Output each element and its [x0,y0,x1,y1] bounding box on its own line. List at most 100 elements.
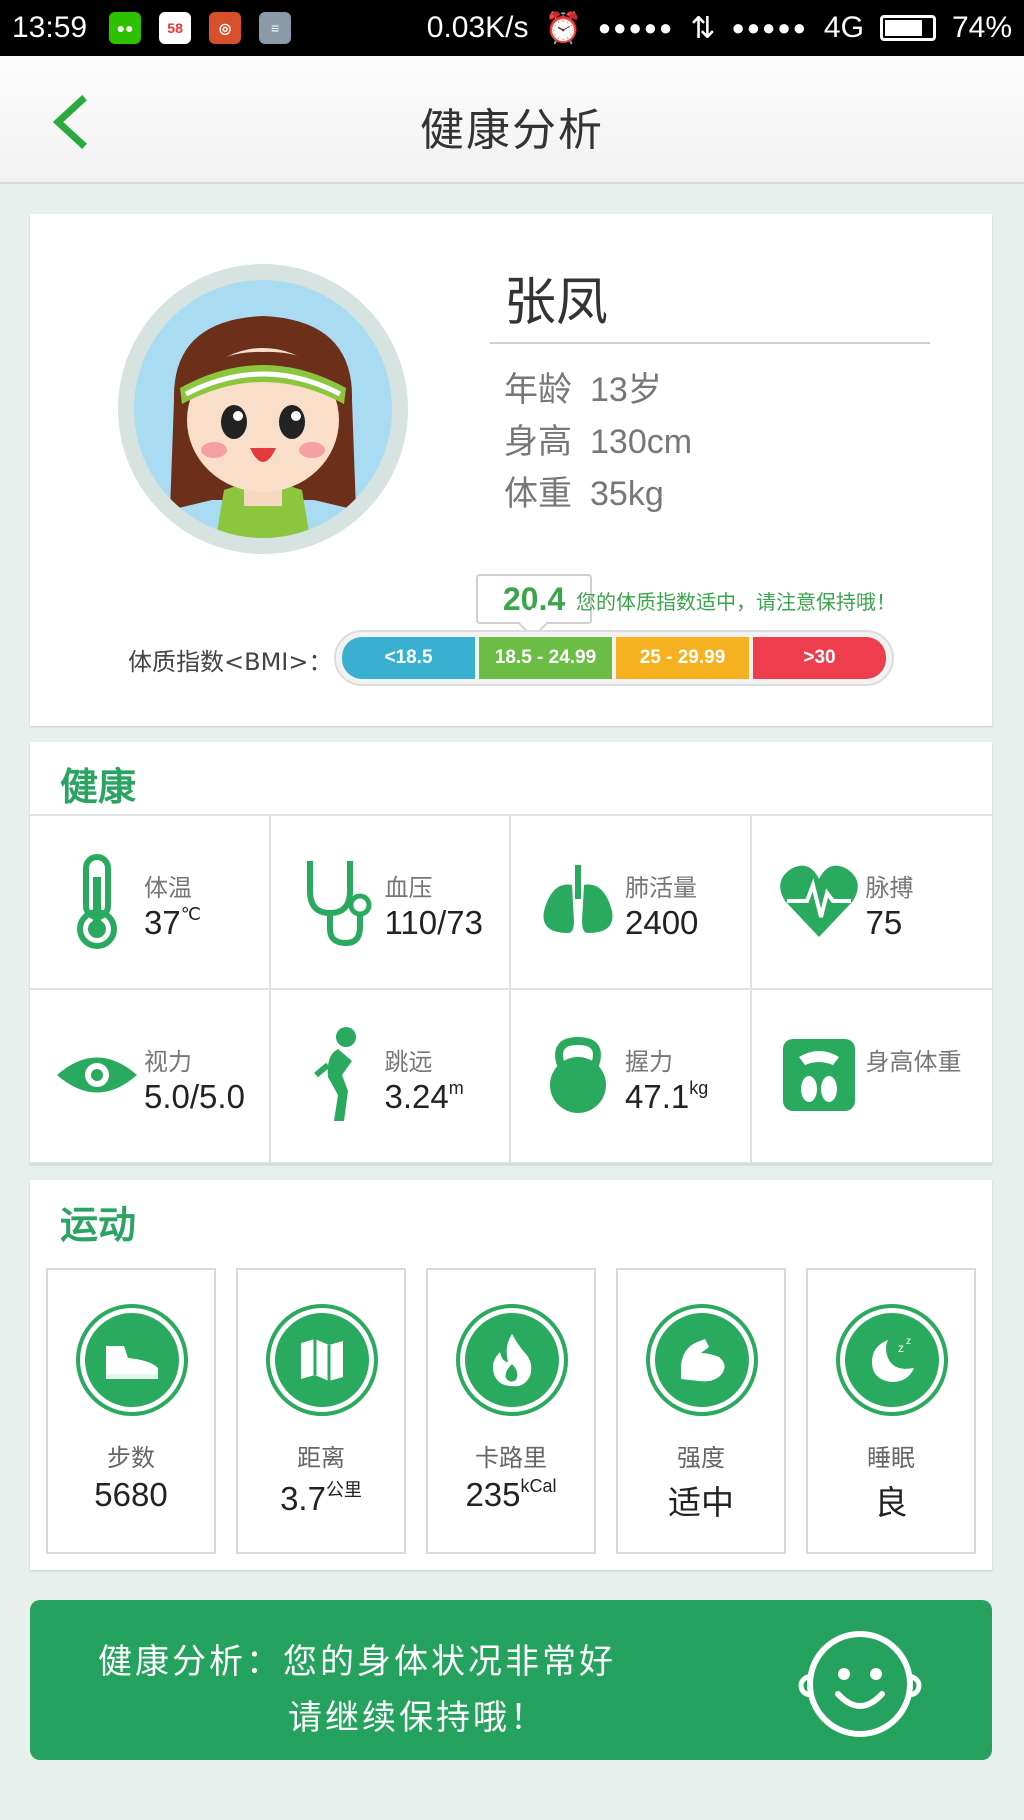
long-jump-icon [313,1027,356,1121]
age-row: 年龄 13岁 [504,362,662,411]
status-time: 13:59 [12,11,88,44]
girl-avatar-icon [170,316,356,538]
sport-item-intensity[interactable]: 强度 适中 [616,1268,786,1554]
health-item-pulse[interactable]: 脉搏 75 [751,816,992,990]
health-item-lung-capacity[interactable]: 肺活量 2400 [511,816,752,990]
sport-item-steps[interactable]: 步数 5680 [46,1268,216,1554]
sport-section-title: 运动 [60,1203,137,1247]
profile-card: 张凤 年龄 13岁 身高 130cm 体重 35kg 20.4 您的体质指数适中，请注… [30,214,992,726]
item-value: 235kCal [465,1476,557,1513]
weight-row: 体重 35kg [504,466,664,515]
item-value: 3.24m [384,1078,464,1115]
thermometer-icon [77,854,117,949]
bmi-scale-bar: <18.5 18.5 - 24.99 25 - 29.99 >30 [334,630,894,686]
health-item-blood-pressure[interactable]: 血压 110/73 [270,816,511,990]
avatar-frame [118,264,408,554]
health-section-title: 健康 [60,765,137,809]
app-header: 健康分析 [0,56,1024,184]
user-name: 张凤 [504,273,609,333]
item-value: 75 [865,904,903,941]
item-value: 5680 [94,1476,168,1513]
svg-text:z: z [898,1341,904,1355]
map-icon [301,1339,343,1381]
signal-dots-1: ●●●●● [597,15,675,40]
item-value: 良 [874,1484,908,1521]
bmi-range-underweight: <18.5 [342,637,475,679]
health-item-long-jump[interactable]: 跳远 3.24m [270,990,511,1164]
bmi-message: 您的体质指数适中，请注意保持哦！ [576,590,896,614]
age-label: 年龄 [504,370,572,410]
moon-sleep-icon: z z [872,1336,914,1382]
app-red-icon: ◎ [209,12,242,44]
heart-pulse-icon [779,865,858,937]
height-row: 身高 130cm [504,414,692,463]
item-label: 体温 [144,874,192,902]
item-label: 卡路里 [475,1444,547,1472]
sport-card: 运动 步数 5680 距离 3.7公里 卡路里 235kCal 强度 适中 z … [30,1180,992,1570]
item-label: 肺活量 [625,874,697,902]
kettlebell-icon [550,1036,606,1113]
lungs-icon [543,865,613,933]
signal-dots-2: ●●●●● [731,15,808,40]
battery-level: 74% [951,11,1012,44]
height-label: 身高 [504,422,572,462]
sport-tiles: 步数 5680 距离 3.7公里 卡路里 235kCal 强度 适中 z z 睡… [46,1268,976,1554]
status-right: 0.03K/s ⏰ ●●●●● ⇅ ●●●●● 4G 74% [427,11,1012,46]
wechat-icon: ●● [109,12,142,44]
bmi-range-overweight: 25 - 29.99 [616,637,749,679]
analysis-line-1: 健康分析：您的身体状况非常好 [98,1642,616,1682]
app-notes-icon: ≡ [259,12,292,44]
sport-item-sleep[interactable]: z z 睡眠 良 [806,1268,976,1554]
item-label: 距离 [297,1444,345,1472]
bmi-label: 体质指数<BMI>： [128,648,333,676]
item-label: 步数 [107,1444,155,1472]
shoe-icon [106,1346,158,1379]
item-value: 110/73 [384,904,483,941]
item-value: 37℃ [144,904,201,941]
sport-item-calories[interactable]: 卡路里 235kCal [426,1268,596,1554]
status-bar: 13:59 ●● 58 ◎ ≡ 0.03K/s ⏰ ●●●●● ⇅ ●●●●● … [0,0,1024,56]
app-58-icon: 58 [159,12,192,44]
scale-icon [782,1039,855,1111]
bmi-range-normal: 18.5 - 24.99 [479,637,612,679]
flame-icon [492,1334,532,1387]
divider [490,342,930,344]
page-title: 健康分析 [420,105,604,156]
stethoscope-icon [306,861,371,947]
item-label: 强度 [677,1444,725,1472]
health-card: 健康 体温 37℃ 血压 110/73 肺活量 2400 脉搏 75 视力 5.… [30,742,992,1164]
item-value: 5.0/5.0 [144,1078,245,1115]
bmi-range-obese: >30 [753,637,886,679]
bmi-value-bubble: 20.4 [476,574,592,624]
health-item-grip[interactable]: 握力 47.1kg [511,990,752,1164]
item-label: 视力 [144,1048,192,1076]
analysis-line-2: 请继续保持哦！ [288,1698,547,1738]
health-item-height-weight[interactable]: 身高体重 [751,990,992,1164]
item-value: 47.1kg [625,1078,709,1115]
network-speed: 0.03K/s [426,11,529,44]
svg-text:z: z [906,1336,911,1347]
weight-label: 体重 [504,474,572,514]
sport-item-distance[interactable]: 距离 3.7公里 [236,1268,406,1554]
data-transfer-icon: ⇅ [690,11,716,45]
network-type: 4G [823,11,864,44]
health-item-temperature[interactable]: 体温 37℃ [30,816,271,990]
item-label: 身高体重 [865,1048,962,1076]
alarm-icon: ⏰ [544,11,582,45]
smiley-face-icon [798,1631,922,1737]
item-value: 3.7公里 [280,1480,362,1517]
muscle-icon [681,1339,725,1382]
item-label: 睡眠 [867,1444,915,1472]
age-value: 13岁 [590,371,662,409]
item-value: 2400 [625,904,699,941]
height-value: 130cm [590,423,693,461]
health-grid: 体温 37℃ 血压 110/73 肺活量 2400 脉搏 75 视力 5.0/5… [30,816,992,1164]
eye-icon [57,1057,137,1093]
item-label: 握力 [625,1048,673,1076]
analysis-banner: 健康分析：您的身体状况非常好 请继续保持哦！ [30,1600,992,1760]
item-label: 血压 [384,874,433,902]
item-label: 脉搏 [865,874,914,902]
weight-value: 35kg [590,475,664,513]
health-item-vision[interactable]: 视力 5.0/5.0 [30,990,271,1164]
item-label: 跳远 [384,1048,433,1076]
